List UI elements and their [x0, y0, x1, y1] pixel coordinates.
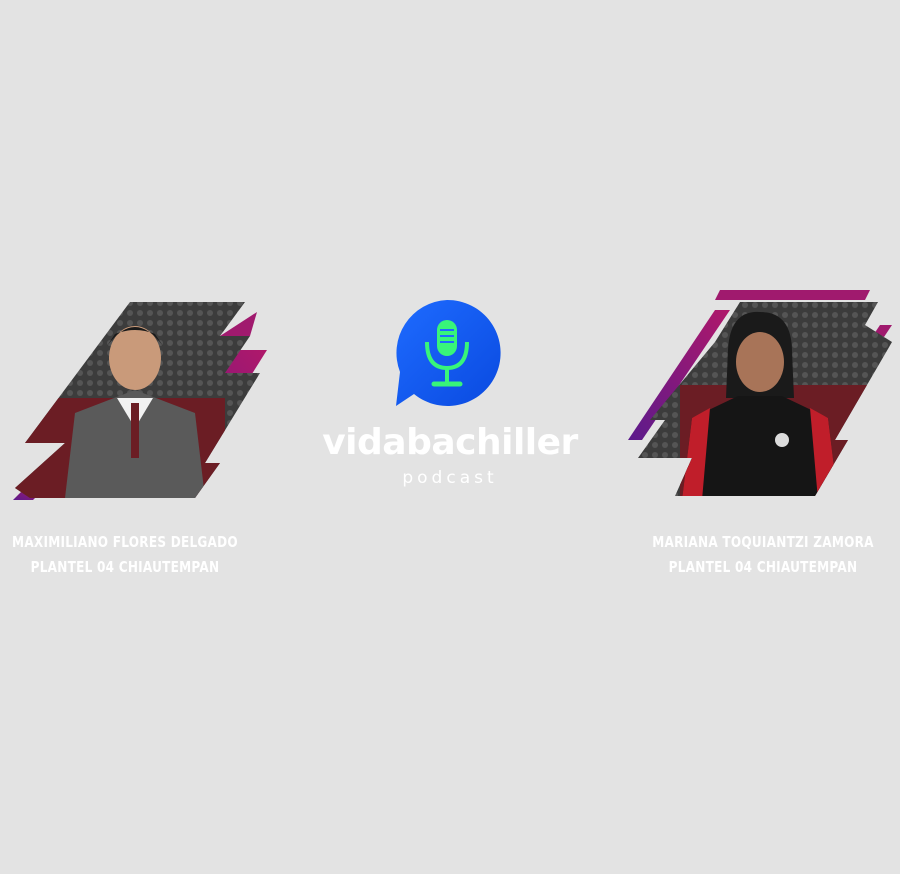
guest-caption-left: MAXIMILIANO FLORES DELGADO PLANTEL 04 CH… [8, 530, 242, 580]
guest-caption-right: MARIANA TOQUIANTZI ZAMORA PLANTEL 04 CHI… [646, 530, 880, 580]
podcast-subtitle: podcast [402, 468, 498, 488]
face [736, 332, 784, 392]
podcast-logo: vidabachiller podcast [300, 298, 600, 498]
podcast-wordmark: vidabachiller [322, 422, 578, 463]
guest-photo-right [620, 290, 900, 505]
guest-name: MARIANA TOQUIANTZI ZAMORA [652, 533, 874, 551]
face [109, 326, 161, 390]
guest-school: PLANTEL 04 CHIAUTEMPAN [30, 558, 220, 576]
guest-name: MAXIMILIANO FLORES DELGADO [12, 533, 238, 551]
guest-school: PLANTEL 04 CHIAUTEMPAN [668, 558, 858, 576]
guest-photo-left [5, 298, 295, 513]
accent-stripe [715, 290, 870, 300]
microphone-icon [396, 299, 501, 406]
